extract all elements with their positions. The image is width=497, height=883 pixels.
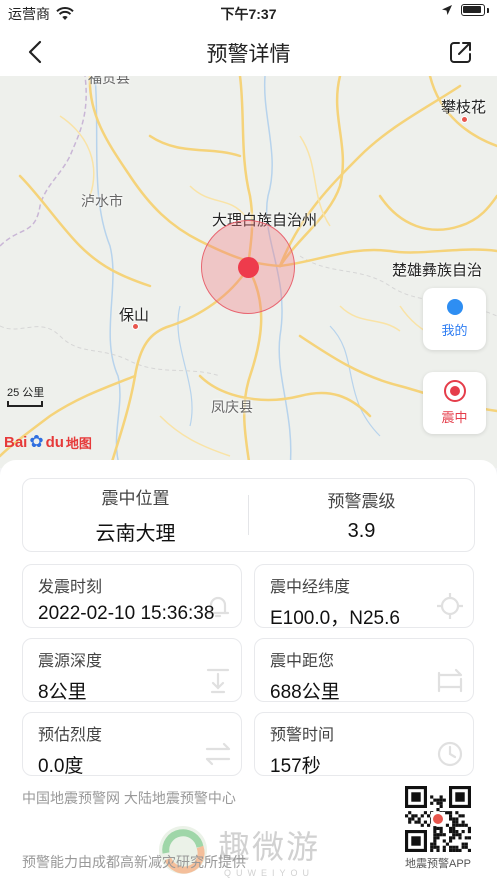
clock-icon (437, 741, 463, 767)
app-qr-code[interactable]: 地震预警APP (402, 786, 474, 872)
detail-card-warning-time: 预警时间 157秒 (254, 712, 474, 776)
map-scale-bar (7, 401, 43, 407)
nav-bar: 预警详情 (0, 26, 497, 76)
alarm-bell-icon (206, 596, 230, 618)
locate-epicenter-label: 震中 (441, 410, 468, 425)
location-label: 震中位置 (101, 489, 170, 508)
location-value: 云南大理 (95, 523, 176, 545)
detail-card-depth: 震源深度 8公里 (22, 638, 242, 702)
map-label-panzhihua: 攀枝花 (441, 99, 487, 116)
magnitude-label: 预警震级 (327, 492, 396, 511)
share-icon[interactable] (447, 38, 475, 66)
my-location-icon (446, 299, 463, 315)
status-right (441, 4, 489, 16)
magnitude-value: 3.9 (347, 520, 376, 542)
distance-icon (437, 668, 463, 693)
map-label-chuxiong: 楚雄彝族自治 (392, 262, 483, 279)
qr-code-icon (405, 786, 471, 852)
locate-epicenter-button[interactable]: 震中 (423, 372, 486, 434)
baidu-logo-du: du (45, 433, 64, 451)
summary-location: 震中位置 云南大理 (23, 479, 248, 551)
summary-card: 震中位置 云南大理 预警震级 3.9 (22, 478, 475, 552)
paw-icon: ✿ (29, 432, 44, 451)
battery-icon (461, 4, 485, 16)
city-dot-baoshan (132, 323, 139, 330)
baidu-map-logo: Bai ✿ du 地图 (4, 432, 92, 452)
map-scale-label: 25 公里 (7, 387, 45, 399)
location-arrow-icon (442, 5, 452, 15)
summary-magnitude: 预警震级 3.9 (249, 479, 474, 551)
map-scale: 25 公里 (7, 384, 44, 407)
map-label-top-partial: 福贡县 (88, 76, 130, 86)
provider-note-text: 预警能力由成都高新减灾研究所提供 (22, 854, 246, 870)
map-label-fengqing: 凤庆县 (211, 399, 253, 415)
epicenter-target-icon (443, 380, 466, 402)
data-source-text: 中国地震预警网 大陆地震预警中心 (22, 790, 236, 806)
detail-panel: 震中位置 云南大理 预警震级 3.9 发震时刻 2022-02-10 15:36… (0, 460, 497, 883)
status-time: 下午7:37 (220, 6, 277, 22)
epicenter-marker[interactable] (238, 257, 259, 278)
city-dot-panzhihua (461, 116, 468, 123)
locate-me-button[interactable]: 我的 (423, 288, 486, 350)
locate-me-label: 我的 (441, 323, 468, 338)
battery-tip (487, 7, 489, 13)
intensity-icon (205, 742, 231, 766)
depth-arrow-icon (206, 668, 230, 694)
qr-caption: 地震预警APP (404, 858, 471, 870)
page-title: 预警详情 (206, 43, 291, 66)
map-label-lushui: 泸水市 (81, 193, 123, 209)
detail-card-intensity: 预估烈度 0.0度 (22, 712, 242, 776)
status-bar: 运营商 下午7:37 (0, 0, 497, 26)
crosshair-icon (437, 593, 463, 619)
baidu-logo-text: Bai (4, 433, 28, 451)
detail-card-coordinates: 震中经纬度 E100.0，N25.6 (254, 564, 474, 628)
map-view[interactable]: 福贡县 攀枝花 大理白族自治州 泸水市 楚雄彝族自治 保山 凤庆县 25 公里 … (0, 76, 497, 468)
map-label-baoshan: 保山 (119, 307, 150, 324)
detail-card-distance: 震中距您 688公里 (254, 638, 474, 702)
baidu-logo-map: 地图 (65, 435, 92, 451)
detail-card-origin-time: 发震时刻 2022-02-10 15:36:38 (22, 564, 242, 628)
